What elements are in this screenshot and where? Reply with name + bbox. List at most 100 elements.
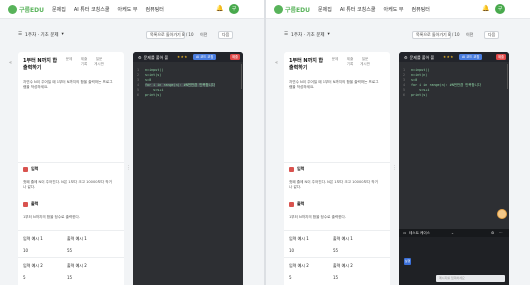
example-input-value: 5 [289, 275, 292, 280]
divider [284, 162, 390, 163]
terminal-icon: ▭ [403, 231, 407, 235]
scrollbar[interactable] [240, 64, 242, 89]
gear-icon: ⚙ [404, 55, 408, 60]
example-input-value: 10 [289, 248, 295, 253]
bell-icon[interactable]: 🔔 [216, 5, 223, 12]
code-line: 6 print(s) [137, 93, 162, 97]
editor-title-text: 문제를 풀어 볼 [143, 54, 169, 60]
example-input-label: 입력 예시 1 [289, 236, 309, 241]
console-header: ▭ 테스트 케이스 ⌄ ⚙ ⋯ [399, 229, 509, 237]
code-line: 6 print(s) [403, 93, 428, 97]
test-console: ▭ 테스트 케이스 ⌄ ⚙ ⋯ 실행 메시지를 입력하세요 [399, 229, 509, 285]
output-heading-text: 출력 [297, 201, 305, 206]
editor-header: ⚙ 문제를 풀어 볼 ★★★ AI 코드 코칭 제출 [133, 52, 243, 62]
settings-icon[interactable]: ⚙ [491, 231, 494, 235]
example-output-label: 출력 예시 1 [333, 236, 353, 241]
divider [18, 162, 124, 163]
input-icon [289, 166, 294, 172]
input-heading: 입력 [23, 166, 38, 172]
input-heading-text: 입력 [297, 166, 305, 171]
chatbot-avatar-icon[interactable] [497, 209, 507, 219]
gear-icon: ⚙ [138, 55, 142, 60]
avatar[interactable]: 구 [229, 4, 239, 14]
collapse-icon[interactable]: « [275, 60, 278, 66]
collapse-icon[interactable]: « [9, 60, 12, 66]
example-input-value: 5 [23, 275, 26, 280]
tab-questions[interactable]: 질문 게시판 [360, 57, 370, 66]
editor-title-text: 문제를 풀어 볼 [409, 54, 435, 60]
editor-title: ⚙ 문제를 풀어 볼 [404, 55, 434, 61]
nav-links: 문제집 AI 튜터 코칭스쿨 아케도 부 컴퓨팅터 [318, 6, 430, 13]
divider [284, 257, 390, 258]
input-heading: 입력 [289, 166, 304, 172]
output-description: 1부터 N까지의 합을 정수로 출력한다. [23, 215, 80, 219]
tab-submissions[interactable]: 제출 기록 [345, 57, 355, 66]
prev-button[interactable]: 이전 [200, 32, 207, 38]
bell-icon[interactable]: 🔔 [482, 5, 489, 12]
run-button[interactable]: 실행 [404, 258, 411, 265]
output-heading: 출력 [23, 201, 38, 207]
logo[interactable]: 구름EDU [8, 5, 44, 14]
input-description: 첫째 줄에 N이 주어진다. N은 1보다 크고 10000보다 작거나 같다. [23, 180, 112, 190]
scrollbar[interactable] [506, 64, 508, 89]
divider [18, 257, 124, 258]
ai-coaching-button[interactable]: AI 코드 코칭 [193, 53, 217, 60]
problem-title: 1부터 N까지 합 출력하기 [289, 58, 324, 71]
tab-questions[interactable]: 질문 게시판 [94, 57, 104, 66]
logo-icon [274, 5, 283, 14]
example-output-label: 출력 예시 2 [333, 263, 353, 268]
course-label: 1주차 · 기초 문제 [291, 32, 325, 38]
chat-input[interactable]: 메시지를 입력하세요 [436, 275, 505, 282]
toolbar: ☰ 1주차 · 기초 문제 ▾ 목록으로 돌아가기 8 / 10 이전 다음 [266, 23, 530, 45]
nav-link[interactable]: AI 튜터 코칭스쿨 [74, 6, 110, 13]
logo-icon [8, 5, 17, 14]
resize-handle[interactable]: ⋮ [126, 165, 131, 171]
logo-text: 구름EDU [19, 7, 44, 14]
avatar[interactable]: 구 [495, 4, 505, 14]
nav-link[interactable]: 문제집 [52, 6, 66, 13]
code-area[interactable]: 1 n=input() 2 s=int(s) 3 s=0 4 for i in rang… [137, 68, 215, 98]
problem-tabs: 문제 제출 기록 질문 게시판 [330, 57, 370, 66]
tab-submissions[interactable]: 제출 기록 [79, 57, 89, 66]
example-output-value: 15 [67, 275, 73, 280]
tab-problem[interactable]: 문제 [64, 57, 74, 66]
problem-panel: 1부터 N까지 합 출력하기 문제 제출 기록 질문 게시판 자연수 N이 주어… [18, 52, 124, 285]
resize-handle[interactable]: ⋮ [392, 165, 397, 171]
tab-problem[interactable]: 문제 [330, 57, 340, 66]
nav-link[interactable]: 아케도 부 [384, 6, 404, 13]
nav-link[interactable]: AI 튜터 코칭스쿨 [340, 6, 376, 13]
nav-link[interactable]: 문제집 [318, 6, 332, 13]
example-input-value: 10 [23, 248, 29, 253]
course-select[interactable]: ☰ 1주차 · 기초 문제 ▾ [280, 30, 334, 39]
example-input-label: 입력 예시 1 [23, 236, 43, 241]
submit-button[interactable]: 제출 [230, 53, 241, 60]
example-output-value: 15 [333, 275, 339, 280]
output-heading-text: 출력 [31, 201, 39, 206]
nav-link[interactable]: 컴퓨팅터 [412, 6, 430, 13]
example-output-label: 출력 예시 2 [67, 263, 87, 268]
back-to-list-button[interactable]: 목록으로 돌아가기 [146, 31, 185, 39]
chevron-down-icon: ▾ [327, 32, 330, 37]
course-select[interactable]: ☰ 1주차 · 기초 문제 ▾ [14, 30, 68, 39]
next-button[interactable]: 다음 [484, 31, 500, 39]
top-nav: 구름EDU 문제집 AI 튜터 코칭스쿨 아케도 부 컴퓨팅터 🔔 구 [0, 0, 264, 19]
next-button[interactable]: 다음 [218, 31, 234, 39]
chevron-down-icon[interactable]: ⌄ [451, 231, 454, 235]
more-icon[interactable]: ⋯ [499, 231, 503, 235]
code-editor: ⚙ 문제를 풀어 볼 ★★★ AI 코드 코칭 제출 1 n=input() 2 s=… [133, 52, 243, 285]
editor-title: ⚙ 문제를 풀어 볼 [138, 55, 168, 61]
prev-button[interactable]: 이전 [466, 32, 473, 38]
problem-panel: 1부터 N까지 합 출력하기 문제 제출 기록 질문 게시판 자연수 N이 주어… [284, 52, 390, 285]
logo[interactable]: 구름EDU [274, 5, 310, 14]
back-to-list-button[interactable]: 목록으로 돌아가기 [412, 31, 451, 39]
nav-link[interactable]: 컴퓨팅터 [146, 6, 164, 13]
nav-link[interactable]: 아케도 부 [118, 6, 138, 13]
chevron-down-icon: ▾ [61, 32, 64, 37]
ai-coaching-button[interactable]: AI 코드 코칭 [459, 53, 483, 60]
menu-icon: ☰ [284, 32, 289, 37]
example-input-label: 입력 예시 2 [23, 263, 43, 268]
submit-button[interactable]: 제출 [496, 53, 507, 60]
example-input-label: 입력 예시 2 [289, 263, 309, 268]
code-area[interactable]: 1 n=input() 2 n=int(n) 3 s=0 4 for i in rang… [403, 68, 481, 98]
output-icon [23, 201, 28, 207]
